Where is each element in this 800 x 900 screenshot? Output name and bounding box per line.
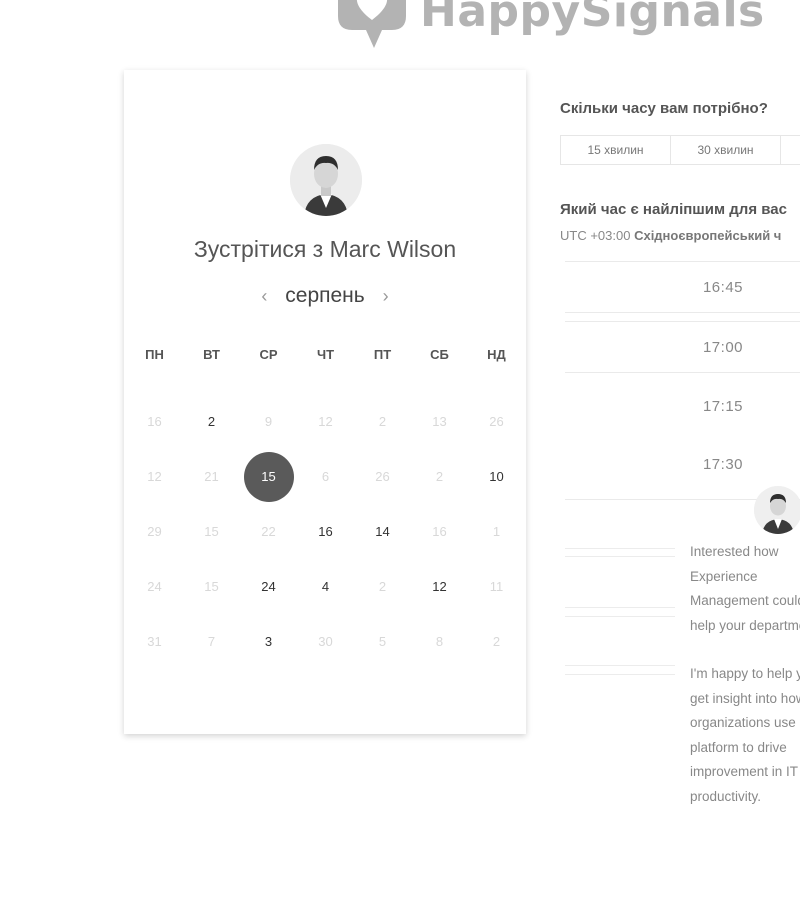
divider: [565, 665, 675, 666]
divider: [565, 674, 675, 675]
calendar-weeks: 16 2 9 12 2 13 26 12 21 15 6 26 2 10 29 15 22 16 14 16 1 24 15…: [126, 394, 525, 669]
calendar-day: 9: [264, 414, 273, 429]
calendar-day: 1: [492, 524, 501, 539]
calendar-day: 31: [147, 634, 162, 649]
divider: [565, 556, 675, 557]
calendar-day: 2: [378, 579, 387, 594]
chat-background-lines: [565, 548, 675, 675]
timezone-name: Східноєвропейський ч: [634, 228, 782, 243]
calendar-week-row: 12 21 15 6 26 2 10: [126, 449, 525, 504]
calendar-day: 15: [204, 524, 219, 539]
weekday-label: ЧТ: [316, 346, 335, 362]
calendar-day: 11: [489, 579, 504, 594]
calendar-day[interactable]: 10: [468, 449, 525, 504]
weekday-label: ПН: [145, 346, 164, 362]
weekday-label: СР: [259, 346, 278, 362]
meeting-title: Зустрітися з Marc Wilson: [124, 236, 526, 263]
calendar-day: 6: [321, 469, 330, 484]
chevron-right-icon[interactable]: ›: [375, 286, 397, 307]
calendar-day: 24: [147, 579, 162, 594]
chat-avatar-image: [754, 486, 800, 534]
weekday-header: ПН ВТ СР ЧТ ПТ СБ НД: [126, 342, 525, 366]
time-slot[interactable]: 17:30: [565, 439, 800, 489]
calendar-day: 13: [432, 414, 447, 429]
calendar-day: 2: [435, 469, 444, 484]
speech-heart-icon: [338, 0, 406, 48]
calendar-day: 15: [204, 579, 219, 594]
calendar-day: 2: [492, 634, 501, 649]
calendar-day[interactable]: 14: [354, 504, 411, 559]
time-slot[interactable]: 17:15: [565, 381, 800, 431]
chat-message-2: I'm happy to help you get insight into h…: [690, 666, 800, 804]
duration-more-button[interactable]: [780, 135, 800, 165]
calendar-day: 2: [378, 414, 387, 429]
calendar-week-row: 24 15 24 4 2 12 11: [126, 559, 525, 614]
weekday-label: НД: [487, 346, 506, 362]
calendar-week-row: 16 2 9 12 2 13 26: [126, 394, 525, 449]
calendar-week-row: 29 15 22 16 14 16 1: [126, 504, 525, 559]
divider: [565, 548, 675, 549]
calendar-day[interactable]: 24: [240, 559, 297, 614]
chevron-left-icon[interactable]: ‹: [253, 286, 275, 307]
month-navigation: ‹ серпень ›: [124, 284, 526, 308]
calendar-day: 5: [378, 634, 387, 649]
time-slot[interactable]: 17:00: [565, 322, 800, 372]
meeting-title-prefix: Зустрітися з: [193, 236, 330, 262]
calendar-day[interactable]: 12: [411, 559, 468, 614]
calendar-day: 16: [432, 524, 447, 539]
chat-message: Interested how Experience Management cou…: [690, 540, 800, 833]
selected-day[interactable]: 15: [243, 451, 294, 502]
calendar-day: 12: [318, 414, 333, 429]
month-label: серпень: [285, 284, 365, 307]
time-question: Який час є найліпшим для вас: [560, 201, 787, 218]
weekday-label: ВТ: [203, 346, 220, 362]
duration-15-button[interactable]: 15 хвилин: [560, 135, 670, 165]
duration-question: Скільки часу вам потрібно?: [560, 100, 768, 117]
calendar-week-row: 31 7 3 30 5 8 2: [126, 614, 525, 669]
calendar-day: 16: [147, 414, 162, 429]
calendar-day[interactable]: 3: [240, 614, 297, 669]
calendar-card: Зустрітися з Marc Wilson ‹ серпень › ПН …: [124, 70, 526, 734]
host-name: Marc Wilson: [329, 236, 457, 262]
calendar-day[interactable]: 4: [297, 559, 354, 614]
calendar-grid: ПН ВТ СР ЧТ ПТ СБ НД 16 2 9 12 2 13 26 12 21 15 6 2…: [126, 342, 525, 669]
divider: [565, 607, 675, 608]
calendar-day[interactable]: 15: [240, 449, 297, 504]
calendar-day: 29: [147, 524, 162, 539]
host-avatar-image: [290, 144, 362, 216]
calendar-day: 7: [207, 634, 216, 649]
time-slot-list: 16:45 17:00 17:15 17:30: [565, 261, 800, 500]
duration-30-button[interactable]: 30 хвилин: [670, 135, 780, 165]
timezone-offset: UTC +03:00: [560, 228, 631, 243]
chat-avatar[interactable]: [754, 486, 800, 534]
calendar-day: 21: [204, 469, 219, 484]
calendar-day: 8: [435, 634, 444, 649]
host-avatar: [290, 144, 362, 216]
calendar-day: 22: [261, 524, 276, 539]
calendar-day: 12: [147, 469, 162, 484]
duration-tabs: 15 хвилин 30 хвилин: [560, 135, 800, 165]
divider: [565, 616, 675, 617]
weekday-label: ПТ: [373, 346, 392, 362]
calendar-day: 26: [375, 469, 390, 484]
time-slot[interactable]: 16:45: [565, 262, 800, 312]
calendar-day[interactable]: 2: [183, 394, 240, 449]
chat-message-1: Interested how Experience Management cou…: [690, 544, 800, 633]
calendar-day: 30: [318, 634, 333, 649]
timezone-label[interactable]: UTC +03:00 Східноєвропейський ч: [560, 228, 781, 243]
calendar-day: 26: [489, 414, 504, 429]
weekday-label: СБ: [430, 346, 449, 362]
calendar-day[interactable]: 16: [297, 504, 354, 559]
